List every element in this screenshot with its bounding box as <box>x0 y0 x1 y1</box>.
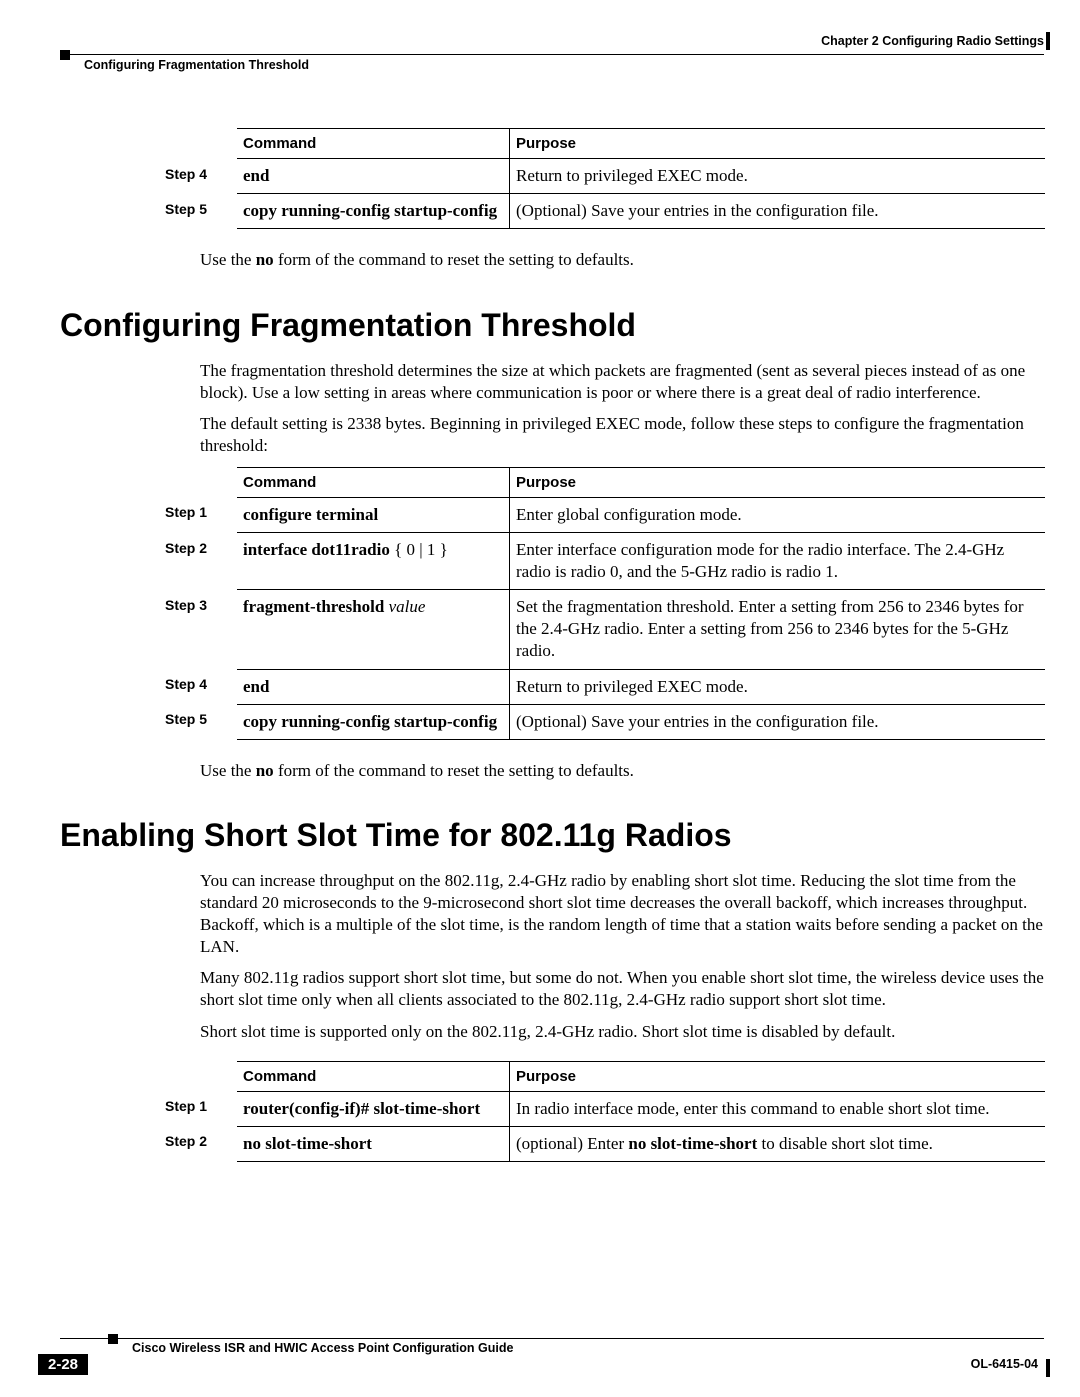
section-heading-fragmentation: Configuring Fragmentation Threshold <box>60 307 1044 344</box>
text-bold: no slot-time-short <box>628 1134 757 1153</box>
command-table-3: Command Purpose Step 1 router(config-if)… <box>165 1061 1045 1162</box>
text-bold: interface dot11radio <box>243 540 390 559</box>
text-bold: fragment-threshold <box>243 597 384 616</box>
section-label: Configuring Fragmentation Threshold <box>84 58 309 72</box>
page-number: 2-28 <box>38 1354 88 1375</box>
command-cell: router(config-if)# slot-time-short <box>237 1091 510 1126</box>
purpose-cell: Enter global configuration mode. <box>510 497 1046 532</box>
command-cell: end <box>237 669 510 704</box>
command-col-header: Command <box>237 467 510 497</box>
body-text: Many 802.11g radios support short slot t… <box>200 967 1044 1011</box>
table-header-row: Command Purpose <box>165 1061 1045 1091</box>
table-row: Step 1 configure terminal Enter global c… <box>165 497 1045 532</box>
text-bold: no <box>256 761 274 780</box>
section-heading-short-slot: Enabling Short Slot Time for 802.11g Rad… <box>60 817 1044 854</box>
command-cell: copy running-config startup-config <box>237 704 510 739</box>
step-col-header <box>165 129 237 159</box>
step-label: Step 3 <box>165 590 237 669</box>
purpose-cell: Return to privileged EXEC mode. <box>510 669 1046 704</box>
command-cell: copy running-config startup-config <box>237 194 510 229</box>
chapter-label: Chapter 2 Configuring Radio Settings <box>821 34 1044 48</box>
command-table-1: Command Purpose Step 4 end Return to pri… <box>165 128 1045 229</box>
table-row: Step 5 copy running-config startup-confi… <box>165 194 1045 229</box>
command-col-header: Command <box>237 1061 510 1091</box>
text: to disable short slot time. <box>757 1134 933 1153</box>
table-row: Step 1 router(config-if)# slot-time-shor… <box>165 1091 1045 1126</box>
content-area: Command Purpose Step 4 end Return to pri… <box>60 120 1044 1182</box>
command-table-2: Command Purpose Step 1 configure termina… <box>165 467 1045 740</box>
purpose-cell: Set the fragmentation threshold. Enter a… <box>510 590 1046 669</box>
purpose-cell: (optional) Enter no slot-time-short to d… <box>510 1126 1046 1161</box>
note-text: Use the no form of the command to reset … <box>200 249 1044 271</box>
body-text: The default setting is 2338 bytes. Begin… <box>200 413 1044 457</box>
table-row: Step 2 no slot-time-short (optional) Ent… <box>165 1126 1045 1161</box>
footer-rule <box>60 1338 1044 1339</box>
purpose-col-header: Purpose <box>510 467 1046 497</box>
purpose-cell: Enter interface configuration mode for t… <box>510 533 1046 590</box>
table-header-row: Command Purpose <box>165 129 1045 159</box>
crop-mark-br <box>1046 1359 1050 1377</box>
purpose-cell: (Optional) Save your entries in the conf… <box>510 194 1046 229</box>
step-label: Step 5 <box>165 194 237 229</box>
footer-doc-id: OL-6415-04 <box>971 1357 1038 1371</box>
command-cell: fragment-threshold value <box>237 590 510 669</box>
table-row: Step 4 end Return to privileged EXEC mod… <box>165 159 1045 194</box>
page: Chapter 2 Configuring Radio Settings Con… <box>0 0 1080 1397</box>
step-label: Step 4 <box>165 159 237 194</box>
footer-title: Cisco Wireless ISR and HWIC Access Point… <box>132 1341 513 1355</box>
table-row: Step 5 copy running-config startup-confi… <box>165 704 1045 739</box>
step-label: Step 1 <box>165 1091 237 1126</box>
step-label: Step 2 <box>165 1126 237 1161</box>
running-section: Configuring Fragmentation Threshold <box>60 58 1044 72</box>
note-text: Use the no form of the command to reset … <box>200 760 1044 782</box>
text: form of the command to reset the setting… <box>274 250 634 269</box>
header-rule <box>60 54 1044 55</box>
text-italic: value <box>384 597 425 616</box>
text: form of the command to reset the setting… <box>274 761 634 780</box>
table-row: Step 2 interface dot11radio { 0 | 1 } En… <box>165 533 1045 590</box>
crop-mark-tr <box>1046 32 1050 50</box>
step-col-header <box>165 467 237 497</box>
command-cell: no slot-time-short <box>237 1126 510 1161</box>
table-row: Step 4 end Return to privileged EXEC mod… <box>165 669 1045 704</box>
text: { 0 | 1 } <box>390 540 448 559</box>
purpose-col-header: Purpose <box>510 1061 1046 1091</box>
purpose-cell: Return to privileged EXEC mode. <box>510 159 1046 194</box>
body-text: The fragmentation threshold determines t… <box>200 360 1044 404</box>
text: (optional) Enter <box>516 1134 628 1153</box>
body-text: Short slot time is supported only on the… <box>200 1021 1044 1043</box>
purpose-cell: In radio interface mode, enter this comm… <box>510 1091 1046 1126</box>
step-label: Step 1 <box>165 497 237 532</box>
text-bold: no <box>256 250 274 269</box>
running-header: Chapter 2 Configuring Radio Settings <box>60 34 1044 48</box>
footer-bullet-icon <box>108 1334 118 1344</box>
command-cell: interface dot11radio { 0 | 1 } <box>237 533 510 590</box>
purpose-col-header: Purpose <box>510 129 1046 159</box>
step-col-header <box>165 1061 237 1091</box>
body-text: You can increase throughput on the 802.1… <box>200 870 1044 957</box>
step-label: Step 2 <box>165 533 237 590</box>
table-row: Step 3 fragment-threshold value Set the … <box>165 590 1045 669</box>
step-label: Step 5 <box>165 704 237 739</box>
table-header-row: Command Purpose <box>165 467 1045 497</box>
command-cell: configure terminal <box>237 497 510 532</box>
text: Use the <box>200 250 256 269</box>
command-col-header: Command <box>237 129 510 159</box>
command-cell: end <box>237 159 510 194</box>
text: Use the <box>200 761 256 780</box>
step-label: Step 4 <box>165 669 237 704</box>
purpose-cell: (Optional) Save your entries in the conf… <box>510 704 1046 739</box>
